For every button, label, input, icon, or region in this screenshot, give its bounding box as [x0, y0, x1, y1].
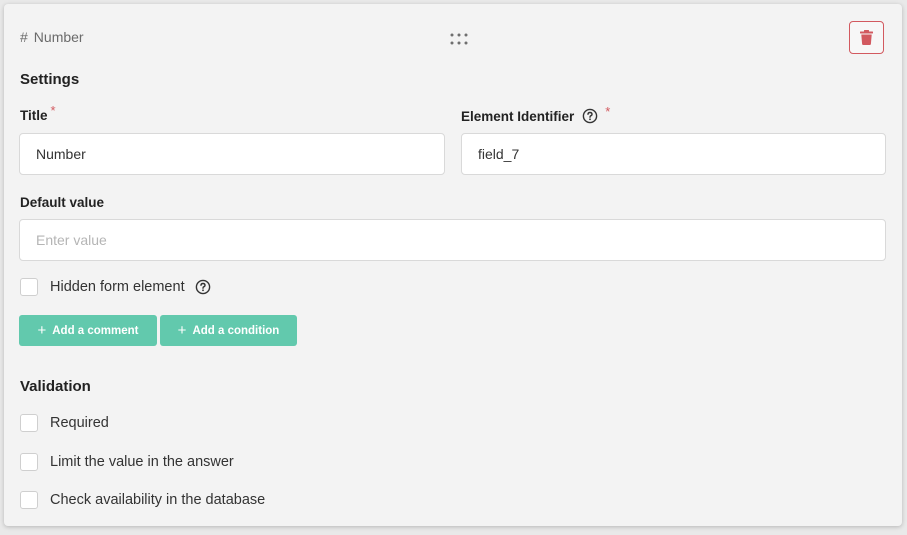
settings-section-title: Settings: [20, 71, 80, 88]
hidden-element-row: Hidden form element: [20, 278, 211, 296]
default-value-label: Default value: [20, 195, 105, 210]
required-checkbox[interactable]: [20, 414, 38, 432]
required-asterisk: *: [605, 103, 611, 119]
validation-option-limit: Limit the value in the answer: [20, 453, 234, 471]
add-comment-label: Add a comment: [52, 324, 139, 337]
title-input-value: Number: [36, 146, 86, 162]
default-value-placeholder: Enter value: [36, 232, 107, 248]
validation-section-title: Validation: [20, 378, 91, 395]
title-field-label: Title *: [20, 103, 56, 123]
add-condition-button[interactable]: + Add a condition: [160, 315, 297, 346]
element-type-label: # Number: [20, 29, 84, 45]
element-type-text: Number: [33, 29, 84, 45]
limit-value-label: Limit the value in the answer: [50, 454, 234, 470]
question-circle-icon[interactable]: [195, 279, 211, 295]
plus-icon: +: [177, 322, 187, 339]
check-availability-label: Check availability in the database: [50, 492, 266, 508]
add-comment-button[interactable]: + Add a comment: [19, 315, 157, 346]
required-asterisk: *: [50, 103, 56, 118]
identifier-label-text: Element Identifier: [461, 108, 575, 124]
add-condition-label: Add a condition: [192, 324, 280, 337]
title-label-text: Title: [20, 108, 48, 123]
question-circle-icon[interactable]: [582, 108, 598, 124]
hidden-element-checkbox[interactable]: [20, 278, 38, 296]
validation-option-availability: Check availability in the database: [20, 491, 265, 509]
hash-icon: #: [20, 29, 28, 45]
hidden-element-label: Hidden form element: [50, 279, 185, 295]
identifier-field-label: Element Identifier *: [461, 104, 610, 124]
plus-icon: +: [37, 322, 47, 339]
form-element-card: # Number Settings Title * Number Element…: [4, 4, 902, 526]
identifier-input[interactable]: field_7: [461, 133, 886, 175]
check-availability-checkbox[interactable]: [20, 491, 38, 509]
identifier-input-value: field_7: [478, 146, 520, 162]
title-input[interactable]: Number: [19, 133, 445, 175]
validation-option-required: Required: [20, 414, 109, 432]
limit-value-checkbox[interactable]: [20, 453, 38, 471]
delete-button[interactable]: [849, 21, 884, 54]
default-value-input[interactable]: Enter value: [19, 219, 886, 261]
drag-handle-icon[interactable]: [450, 33, 470, 47]
required-label: Required: [50, 415, 109, 431]
trash-icon: [860, 30, 873, 45]
